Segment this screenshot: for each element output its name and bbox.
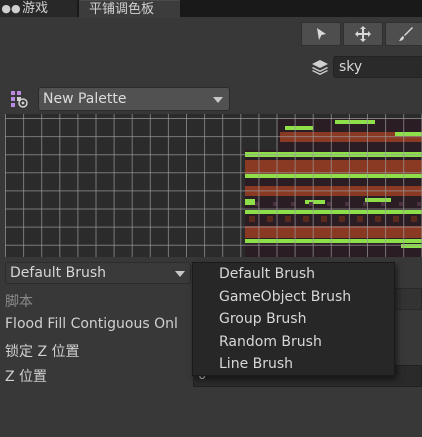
tile-sprite[interactable] (339, 216, 345, 222)
tile-sprite[interactable] (365, 198, 391, 202)
tile-sprite[interactable] (395, 132, 422, 136)
palette-edit-icon[interactable] (9, 89, 29, 109)
tile-sprite[interactable] (245, 210, 422, 214)
tile-sprite[interactable] (285, 216, 291, 222)
brush-menu: Default Brush GameObject Brush Group Bru… (192, 262, 395, 376)
tile-sprite[interactable] (363, 202, 367, 206)
palette-dropdown[interactable]: New Palette (38, 87, 230, 111)
tile-grid-canvas[interactable] (5, 114, 422, 257)
tab-game-label: 游戏 (22, 1, 49, 16)
select-tool-button[interactable] (301, 22, 341, 46)
tile-sprite[interactable] (245, 199, 255, 205)
brush-menu-item[interactable]: Line Brush (193, 353, 394, 376)
tilemap-layers-icon (312, 60, 328, 75)
brush-dropdown-label: Default Brush (10, 265, 107, 281)
paint-brush-icon (399, 27, 413, 41)
tile-sprite[interactable] (291, 202, 295, 206)
tile-sprite[interactable] (411, 216, 417, 222)
brush-menu-item[interactable]: Random Brush (193, 331, 394, 354)
tile-sprite[interactable] (285, 126, 313, 130)
tab-tile-palette[interactable]: 平铺调色板 (79, 0, 180, 18)
gamepad-icon: ●● (1, 2, 21, 15)
tool-buttons (301, 22, 422, 46)
tile-sprite[interactable] (417, 202, 421, 206)
tile-sprite[interactable] (305, 200, 325, 204)
z-position-label: Z 位置 (5, 369, 48, 385)
chevron-down-icon (175, 271, 185, 277)
tab-game[interactable]: ●●游戏 (0, 0, 78, 17)
tile-sprite[interactable] (245, 174, 422, 178)
brush-dropdown[interactable]: Default Brush (5, 262, 191, 284)
move-icon (355, 26, 371, 42)
move-tool-button[interactable] (343, 22, 383, 46)
tile-sprite[interactable] (327, 202, 331, 206)
flood-fill-label: Flood Fill Contiguous Onl (5, 316, 178, 332)
brush-menu-item[interactable]: Group Brush (193, 308, 394, 331)
tile-palette-grid[interactable] (5, 114, 422, 257)
tile-sprite[interactable] (245, 226, 422, 238)
chevron-down-icon (213, 97, 223, 103)
tile-sprite[interactable] (393, 216, 399, 222)
tile-sprite[interactable] (245, 239, 422, 243)
brush-menu-item[interactable]: GameObject Brush (193, 286, 394, 309)
tile-sprite[interactable] (267, 216, 273, 222)
tile-sprite[interactable] (375, 216, 381, 222)
active-layer-field[interactable]: sky (333, 56, 422, 78)
paint-tool-button[interactable] (385, 22, 422, 46)
tile-sprite[interactable] (273, 202, 277, 206)
tile-sprite[interactable] (335, 120, 375, 124)
tile-sprite[interactable] (399, 202, 403, 206)
tile-sprite[interactable] (245, 160, 422, 174)
tile-sprite[interactable] (345, 202, 349, 206)
tile-sprite[interactable] (321, 216, 327, 222)
tile-sprite[interactable] (303, 216, 309, 222)
lock-z-position-label: 锁定 Z 位置 (5, 344, 80, 360)
select-arrow-icon (317, 28, 326, 40)
brush-menu-item[interactable]: Default Brush (193, 263, 394, 286)
tile-sprite[interactable] (309, 202, 313, 206)
script-label: 脚本 (5, 294, 33, 310)
tab-tile-palette-label: 平铺调色板 (89, 2, 155, 17)
tile-sprite[interactable] (357, 216, 363, 222)
tab-bar: ●●游戏 平铺调色板 (0, 0, 422, 18)
palette-dropdown-label: New Palette (43, 91, 127, 107)
tile-sprite[interactable] (381, 202, 385, 206)
tile-sprite[interactable] (249, 216, 255, 222)
